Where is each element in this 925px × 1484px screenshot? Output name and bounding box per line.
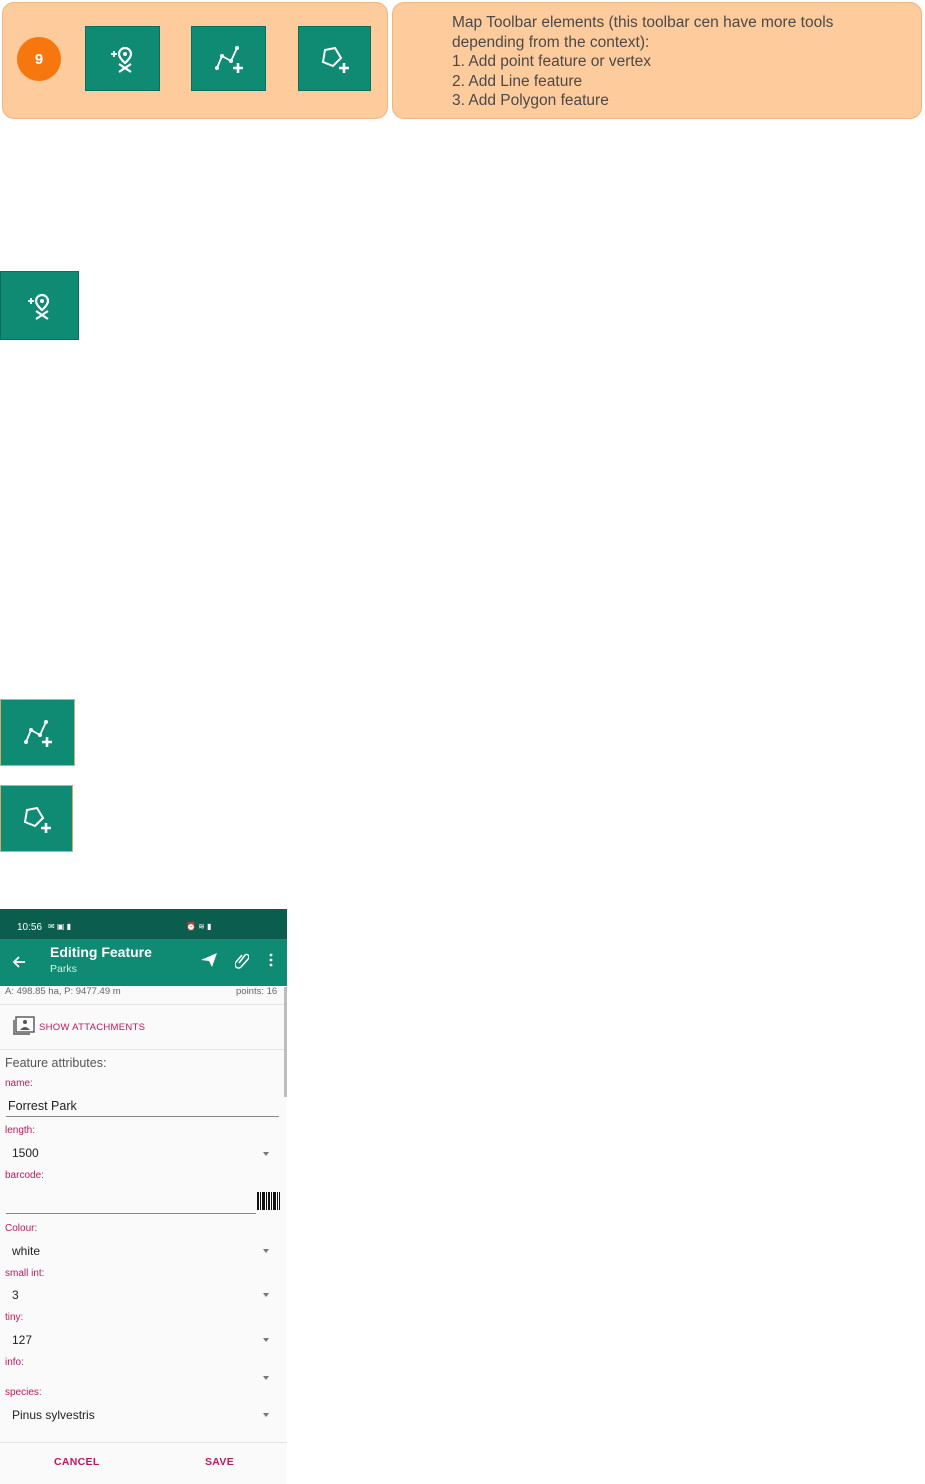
add-point-icon (110, 46, 132, 73)
divider (0, 1442, 287, 1443)
species-select[interactable]: Pinus sylvestris (12, 1408, 95, 1422)
chevron-down-icon[interactable] (263, 1338, 269, 1342)
barcode-underline (6, 1213, 256, 1214)
colour-label: Colour: (5, 1223, 38, 1234)
chevron-down-icon[interactable] (263, 1249, 269, 1253)
app-subtitle: Parks (50, 963, 77, 975)
tiny-label: tiny: (5, 1312, 24, 1323)
add-polygon-icon (321, 46, 349, 73)
show-attachments-button[interactable]: SHOW ATTACHMENTS (12, 1015, 162, 1037)
chevron-down-icon[interactable] (263, 1413, 269, 1417)
small-int-select[interactable]: 3 (12, 1288, 19, 1302)
cancel-button[interactable]: CANCEL (54, 1456, 100, 1468)
name-label: name: (5, 1078, 33, 1089)
small-int-label: small int: (5, 1268, 45, 1279)
add-polygon-tool[interactable] (298, 26, 371, 91)
add-polygon-icon (23, 806, 51, 833)
attachments-icon (13, 1016, 35, 1035)
divider (0, 1049, 284, 1050)
step-badge: 9 (17, 37, 61, 81)
name-field[interactable]: Forrest Park (8, 1099, 77, 1113)
notification-icons: ✉ ▣ ▮ (48, 922, 72, 931)
description-line: depending from the context): (452, 33, 650, 51)
description-line: 1. Add point feature or vertex (452, 53, 652, 71)
chevron-down-icon[interactable] (263, 1376, 269, 1380)
barcode-icon[interactable] (257, 1192, 280, 1210)
add-point-icon (27, 293, 49, 320)
tiny-select[interactable]: 127 (12, 1333, 32, 1347)
status-time: 10:56 (17, 922, 43, 933)
send-icon[interactable] (200, 951, 218, 969)
app-title: Editing Feature (50, 944, 152, 960)
scrollbar[interactable] (284, 987, 287, 1097)
points-count: points: 16 (236, 986, 278, 997)
add-line-tool[interactable] (191, 26, 266, 91)
colour-select[interactable]: white (12, 1244, 40, 1258)
add-point-tool[interactable] (85, 26, 160, 91)
more-vert-icon[interactable] (268, 952, 274, 968)
barcode-label: barcode: (5, 1170, 44, 1181)
toolbar-description: Map Toolbar elements (this toolbar cen h… (452, 13, 912, 111)
add-line-icon (23, 719, 52, 747)
show-attachments-label: SHOW ATTACHMENTS (39, 1022, 146, 1033)
description-line: 3. Add Polygon feature (452, 92, 609, 110)
description-line: 2. Add Line feature (452, 72, 583, 90)
description-line: Map Toolbar elements (this toolbar cen h… (452, 14, 834, 31)
length-label: length: (5, 1125, 36, 1136)
name-underline (6, 1116, 279, 1117)
chevron-down-icon[interactable] (263, 1293, 269, 1297)
add-line-tool-large[interactable] (0, 699, 75, 766)
attachment-icon[interactable] (235, 951, 249, 969)
app-bar: Editing Feature Parks (0, 939, 287, 986)
info-label: info: (5, 1357, 24, 1368)
chevron-down-icon[interactable] (263, 1152, 269, 1156)
add-point-tool-large[interactable] (0, 271, 79, 340)
phone-screenshot: 10:56 ✉ ▣ ▮ ⏰ ≋ ▮ Editing Feature Parks … (0, 909, 287, 1484)
species-label: species: (5, 1387, 42, 1398)
back-arrow-icon[interactable] (12, 955, 26, 969)
divider (0, 1004, 284, 1005)
system-icons: ⏰ ≋ ▮ (186, 922, 212, 931)
add-polygon-tool-large[interactable] (0, 785, 73, 852)
save-button[interactable]: SAVE (205, 1456, 234, 1468)
length-select[interactable]: 1500 (12, 1146, 39, 1160)
status-bar: 10:56 ✉ ▣ ▮ ⏰ ≋ ▮ (0, 909, 287, 939)
add-line-icon (214, 45, 243, 73)
section-title: Feature attributes: (5, 1056, 107, 1070)
